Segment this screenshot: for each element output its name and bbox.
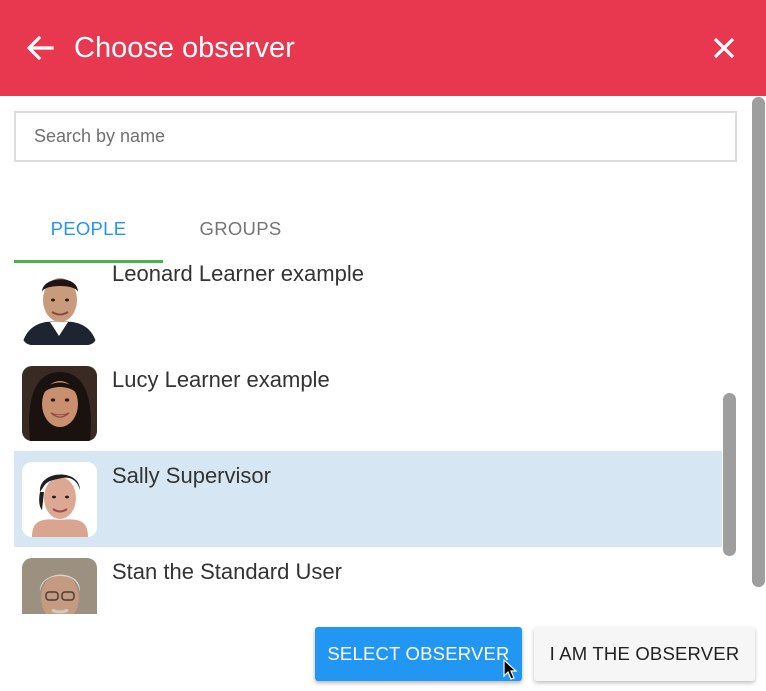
select-observer-button[interactable]: SELECT OBSERVER xyxy=(315,627,522,681)
avatar xyxy=(22,366,97,441)
person-name: Sally Supervisor xyxy=(112,463,271,488)
person-name: Stan the Standard User xyxy=(112,559,342,584)
avatar xyxy=(22,558,97,614)
search-input[interactable] xyxy=(14,111,737,162)
list-item[interactable]: Stan the Standard User xyxy=(14,547,722,614)
list-item-selected[interactable]: Sally Supervisor xyxy=(14,451,722,547)
tab-people[interactable]: PEOPLE xyxy=(14,200,163,262)
dialog-scrollbar[interactable] xyxy=(752,97,765,587)
list-scrollbar[interactable] xyxy=(723,393,736,556)
people-list: Leonard Learner example Lucy Learner exa… xyxy=(14,264,722,614)
close-button[interactable] xyxy=(706,30,742,66)
i-am-the-observer-button[interactable]: I AM THE OBSERVER xyxy=(534,627,755,681)
list-item[interactable]: Leonard Learner example xyxy=(14,264,722,350)
dialog-title: Choose observer xyxy=(74,32,295,64)
tab-groups[interactable]: GROUPS xyxy=(166,200,315,262)
person-name: Leonard Learner example xyxy=(112,264,364,286)
dialog-header: Choose observer xyxy=(0,0,766,96)
arrow-left-icon xyxy=(26,35,54,61)
tab-bar: PEOPLE GROUPS xyxy=(14,200,734,264)
list-item[interactable]: Lucy Learner example xyxy=(14,355,722,451)
back-button[interactable] xyxy=(22,30,58,66)
avatar xyxy=(22,270,97,345)
person-name: Lucy Learner example xyxy=(112,367,330,392)
active-tab-indicator xyxy=(14,260,163,263)
close-icon xyxy=(713,37,735,59)
avatar xyxy=(22,462,97,537)
